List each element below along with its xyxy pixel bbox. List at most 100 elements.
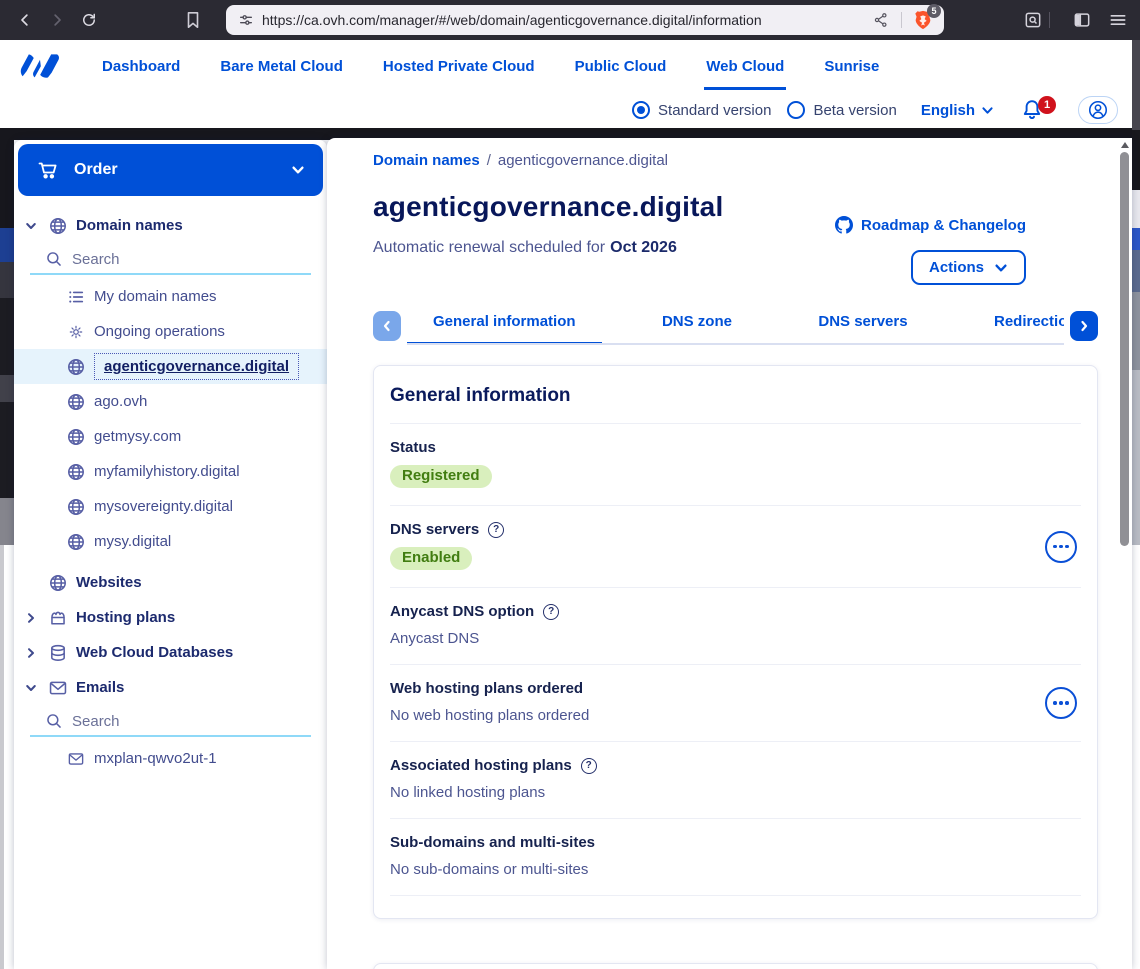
brave-shield-icon[interactable]: 5	[912, 9, 934, 31]
renewal-date: Oct 2026	[610, 239, 677, 256]
actions-button[interactable]: Actions	[911, 250, 1026, 285]
sidebar-item-domain[interactable]: ago.ovh	[14, 384, 327, 419]
general-information-card: General information Status Registered DN…	[373, 365, 1098, 919]
menu-icon[interactable]	[1108, 10, 1128, 30]
sidebar-section-hosting-plans[interactable]: Hosting plans	[14, 600, 327, 635]
bookmark-icon[interactable]	[180, 7, 206, 33]
tabs-scroll-right-button[interactable]	[1070, 311, 1098, 341]
database-icon	[48, 644, 68, 662]
search-placeholder: Search	[72, 251, 120, 268]
chevron-down-icon	[291, 163, 305, 177]
nav-dashboard[interactable]: Dashboard	[100, 43, 182, 90]
row-label: Web hosting plans ordered	[390, 680, 583, 697]
breadcrumb-current: agenticgovernance.digital	[498, 152, 668, 169]
breadcrumb-separator: /	[487, 152, 491, 169]
globe-icon	[66, 498, 86, 516]
page-edge-right	[1132, 40, 1140, 545]
standard-version-radio[interactable]: Standard version	[632, 101, 771, 119]
web-hosting-menu-button[interactable]	[1045, 687, 1077, 719]
tab-bar: General information DNS zone DNS servers…	[373, 303, 1098, 345]
chevron-down-icon[interactable]	[22, 682, 40, 694]
nav-bare-metal-cloud[interactable]: Bare Metal Cloud	[218, 43, 345, 90]
site-settings-icon[interactable]	[238, 12, 254, 28]
sidebar-item-domain[interactable]: getmysy.com	[14, 419, 327, 454]
dns-status-badge: Enabled	[390, 547, 472, 570]
browser-toolbar: https://ca.ovh.com/manager/#/web/domain/…	[0, 0, 1140, 40]
row-associated-hosting-plans: Associated hosting plans ? No linked hos…	[390, 741, 1081, 818]
ovh-logo[interactable]	[20, 52, 60, 80]
envelope-icon	[66, 751, 86, 767]
row-label: Status	[390, 439, 436, 456]
roadmap-changelog-link[interactable]: Roadmap & Changelog	[835, 216, 1026, 234]
search-icon	[46, 251, 62, 267]
row-subdomains: Sub-domains and multi-sites No sub-domai…	[390, 818, 1081, 895]
sidebar-item-my-domain-names[interactable]: My domain names	[14, 279, 327, 314]
chevron-down-icon[interactable]	[22, 220, 40, 232]
notifications-button[interactable]: 1	[1020, 98, 1044, 122]
sidebar-item-selected-domain[interactable]: agenticgovernance.digital	[14, 349, 327, 384]
browser-actions	[1007, 10, 1128, 30]
section-label: Web Cloud Databases	[76, 644, 233, 661]
dns-servers-menu-button[interactable]	[1045, 531, 1077, 563]
tab-general-information[interactable]: General information	[407, 303, 602, 345]
search-placeholder: Search	[72, 713, 120, 730]
beta-version-label: Beta version	[813, 102, 896, 119]
forward-icon[interactable]	[44, 7, 70, 33]
globe-icon	[66, 393, 86, 411]
beta-version-radio[interactable]: Beta version	[787, 101, 896, 119]
share-icon[interactable]	[873, 12, 889, 28]
toolbar-separator	[1049, 12, 1050, 28]
sidebar-section-domain-names[interactable]: Domain names	[14, 208, 327, 243]
tab-redirections[interactable]: Redirections	[968, 303, 1064, 345]
globe-icon	[66, 428, 86, 446]
tab-dns-zone[interactable]: DNS zone	[636, 303, 758, 345]
sidebar-item-ongoing-operations[interactable]: Ongoing operations	[14, 314, 327, 349]
breadcrumb-root-link[interactable]: Domain names	[373, 152, 480, 169]
item-label: myfamilyhistory.digital	[94, 463, 240, 480]
sidebar-section-websites[interactable]: Websites	[14, 565, 327, 600]
renewal-prefix: Automatic renewal scheduled for	[373, 239, 605, 256]
page-edge-left-lower	[0, 545, 4, 969]
scrollbar-thumb[interactable]	[1120, 152, 1129, 546]
sidebar-item-email-service[interactable]: mxplan-qwvo2ut-1	[14, 741, 327, 776]
chevron-right-icon[interactable]	[22, 612, 40, 624]
tabs-scroll-left-button[interactable]	[373, 311, 401, 341]
security-card: Security	[373, 963, 1098, 969]
url-bar[interactable]: https://ca.ovh.com/manager/#/web/domain/…	[226, 5, 944, 35]
order-label: Order	[74, 161, 118, 179]
sidebar-nav: Domain names Search My domain names Ongo…	[14, 208, 327, 776]
scroll-up-arrow[interactable]	[1121, 142, 1129, 148]
sidebar-item-domain[interactable]: mysovereignty.digital	[14, 489, 327, 524]
email-search-input[interactable]: Search	[30, 707, 311, 737]
sidebar-section-web-cloud-databases[interactable]: Web Cloud Databases	[14, 635, 327, 670]
sidebar-section-emails[interactable]: Emails	[14, 670, 327, 705]
account-menu-button[interactable]	[1078, 96, 1118, 124]
tab-dns-servers[interactable]: DNS servers	[792, 303, 933, 345]
actions-label: Actions	[929, 259, 984, 276]
back-icon[interactable]	[12, 7, 38, 33]
help-icon[interactable]: ?	[581, 758, 597, 774]
language-selector[interactable]: English	[921, 102, 994, 119]
globe-icon	[66, 463, 86, 481]
tab-strip: General information DNS zone DNS servers…	[407, 303, 1064, 345]
help-icon[interactable]: ?	[543, 604, 559, 620]
domain-search-input[interactable]: Search	[30, 245, 311, 275]
globe-icon	[66, 533, 86, 551]
help-icon[interactable]: ?	[488, 522, 504, 538]
sidebar-toggle-icon[interactable]	[1072, 10, 1092, 30]
row-label: Anycast DNS option	[390, 603, 534, 620]
nav-public-cloud[interactable]: Public Cloud	[573, 43, 669, 90]
sidebar-item-domain[interactable]: mysy.digital	[14, 524, 327, 559]
search-tab-icon[interactable]	[1023, 10, 1043, 30]
nav-hosted-private-cloud[interactable]: Hosted Private Cloud	[381, 43, 537, 90]
scrollbar[interactable]	[1119, 140, 1131, 969]
item-label: agenticgovernance.digital	[94, 353, 299, 380]
nav-web-cloud[interactable]: Web Cloud	[704, 43, 786, 90]
row-value: No linked hosting plans	[390, 784, 1081, 801]
reload-icon[interactable]	[76, 7, 102, 33]
url-text[interactable]: https://ca.ovh.com/manager/#/web/domain/…	[262, 12, 867, 28]
chevron-right-icon[interactable]	[22, 647, 40, 659]
sidebar-item-domain[interactable]: myfamilyhistory.digital	[14, 454, 327, 489]
order-button[interactable]: Order	[18, 144, 323, 196]
nav-sunrise[interactable]: Sunrise	[822, 43, 881, 90]
